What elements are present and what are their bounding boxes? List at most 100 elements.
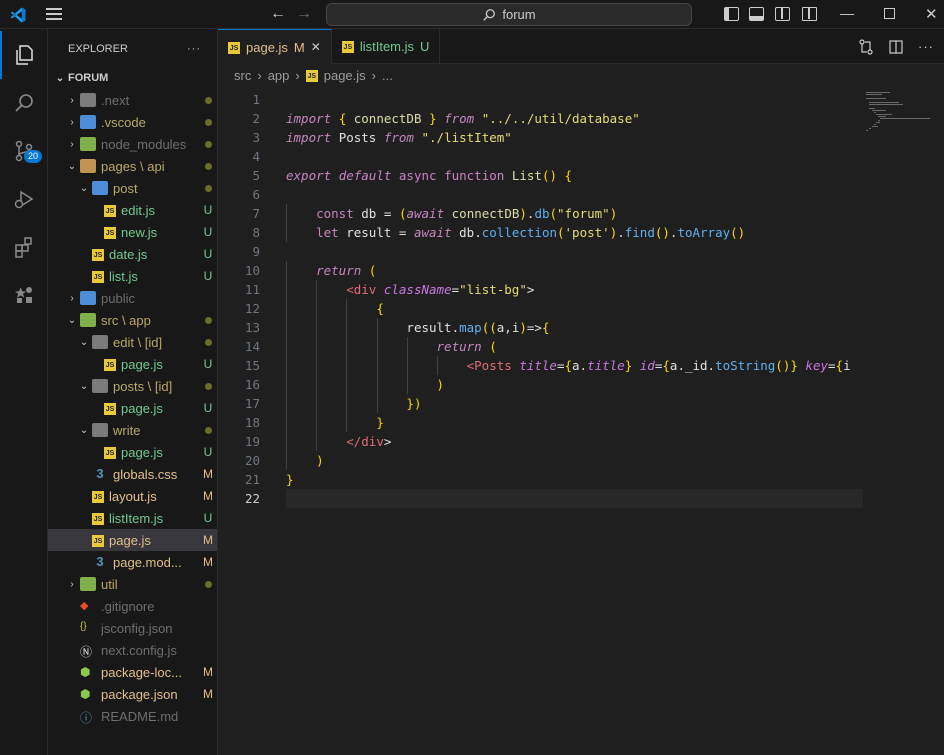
folder-row[interactable]: ⌄ edit \ [id] xyxy=(48,331,217,353)
git-status: M xyxy=(203,687,213,701)
file-row[interactable]: JS layout.js M xyxy=(48,485,217,507)
code-text: } xyxy=(376,415,384,430)
close-tab-icon[interactable]: ✕ xyxy=(311,40,321,54)
tab-bar: JS page.js M ✕ JS listItem.js U ··· xyxy=(218,29,944,64)
file-row[interactable]: ⬢ package-loc... M xyxy=(48,661,217,683)
folder-icon xyxy=(92,335,108,349)
file-row[interactable]: ⬢ package.json M xyxy=(48,683,217,705)
line-number: 19 xyxy=(244,434,260,449)
code-line: 4 xyxy=(218,147,944,166)
activity-bar: 20 xyxy=(0,29,48,755)
code-line: 15 <Posts title={a.title} id={a._id.toSt… xyxy=(218,356,944,375)
git-status: U xyxy=(203,511,213,525)
editor-more-actions-icon[interactable]: ··· xyxy=(918,39,934,54)
js-file-icon: JS xyxy=(104,226,116,239)
breadcrumb-file[interactable]: page.js xyxy=(324,68,366,83)
code-text: import Posts from "./listItem" xyxy=(286,130,512,145)
command-center-search[interactable]: forum xyxy=(326,3,692,26)
toggle-panel-icon[interactable] xyxy=(749,7,764,21)
code-line: 13 result.map((a,i)=>{ xyxy=(218,318,944,337)
file-row[interactable]: JS list.js U xyxy=(48,265,217,287)
file-row[interactable]: 3 page.mod... M xyxy=(48,551,217,573)
file-row[interactable]: {} jsconfig.json xyxy=(48,617,217,639)
toggle-secondary-sidebar-icon[interactable] xyxy=(775,7,790,21)
js-file-icon: JS xyxy=(104,402,116,415)
folder-row[interactable]: ⌄ write xyxy=(48,419,217,441)
explorer-icon[interactable] xyxy=(0,31,48,79)
tree-item-label: public xyxy=(101,290,135,306)
file-row[interactable]: 3 globals.css M xyxy=(48,463,217,485)
extensions-icon[interactable] xyxy=(0,223,48,271)
folder-row[interactable]: ⌄ pages \ api xyxy=(48,155,217,177)
maximize-icon[interactable] xyxy=(884,8,895,19)
file-row[interactable]: JS page.js U xyxy=(48,441,217,463)
git-status: U xyxy=(203,401,213,415)
folder-row[interactable]: › node_modules xyxy=(48,133,217,155)
folder-row[interactable]: ⌄ post xyxy=(48,177,217,199)
minimap[interactable] xyxy=(866,90,936,140)
tree-item-label: listItem.js xyxy=(109,510,164,526)
folder-row[interactable]: › public xyxy=(48,287,217,309)
toggle-primary-sidebar-icon[interactable] xyxy=(724,7,739,21)
code-line: 18 } xyxy=(218,413,944,432)
remote-explorer-icon[interactable] xyxy=(0,271,48,319)
tree-item-label: page.js xyxy=(109,532,151,548)
file-row[interactable]: JS new.js U xyxy=(48,221,217,243)
file-row[interactable]: ◆ .gitignore xyxy=(48,595,217,617)
status-dot xyxy=(198,423,217,437)
line-number: 8 xyxy=(252,225,260,240)
status-dot xyxy=(198,335,217,349)
code-text: return ( xyxy=(436,339,497,354)
tab-listitem-js[interactable]: JS listItem.js U xyxy=(332,29,441,64)
line-number: 17 xyxy=(244,396,260,411)
breadcrumb-app[interactable]: app xyxy=(268,68,290,83)
git-status: U xyxy=(203,269,213,283)
arrow-left-icon[interactable]: ← xyxy=(270,6,286,22)
tree-item-label: list.js xyxy=(109,268,138,284)
file-row[interactable]: JS page.js U xyxy=(48,353,217,375)
code-text: ) xyxy=(436,377,445,392)
file-row[interactable]: JS edit.js U xyxy=(48,199,217,221)
file-row[interactable]: Ⓝnext.config.js xyxy=(48,639,217,661)
folder-row[interactable]: ⌄ posts \ [id] xyxy=(48,375,217,397)
file-row[interactable]: JS listItem.js U xyxy=(48,507,217,529)
customize-layout-icon[interactable] xyxy=(802,7,817,21)
line-number: 2 xyxy=(252,111,260,126)
line-number: 22 xyxy=(244,491,260,506)
git-file-icon: ◆ xyxy=(80,600,89,612)
code-line: 16 ) xyxy=(218,375,944,394)
line-number: 3 xyxy=(252,130,260,145)
more-actions-icon[interactable]: ··· xyxy=(187,43,201,55)
tree-item-label: .vscode xyxy=(101,114,146,130)
tree-item-label: edit.js xyxy=(121,202,155,218)
folder-row[interactable]: › .vscode xyxy=(48,111,217,133)
hamburger-menu-icon[interactable] xyxy=(46,8,62,20)
line-number: 4 xyxy=(252,149,260,164)
minimize-icon[interactable]: — xyxy=(840,5,854,21)
folder-row[interactable]: › .next xyxy=(48,89,217,111)
breadcrumb-src[interactable]: src xyxy=(234,68,251,83)
status-dot-icon xyxy=(204,97,212,104)
json-file-icon: {} xyxy=(80,621,87,632)
folder-row[interactable]: › util xyxy=(48,573,217,595)
run-debug-icon[interactable] xyxy=(0,175,48,223)
source-control-icon[interactable]: 20 xyxy=(0,127,48,175)
folder-row[interactable]: ⌄ src \ app xyxy=(48,309,217,331)
file-row[interactable]: JS page.js U xyxy=(48,397,217,419)
arrow-right-icon[interactable]: → xyxy=(296,6,312,22)
line-number: 14 xyxy=(244,339,260,354)
file-row[interactable]: JS date.js U xyxy=(48,243,217,265)
tree-item-label: page.js xyxy=(121,400,163,416)
workspace-root[interactable]: ⌄ FORUM xyxy=(48,67,217,89)
nodejs-file-icon: ⬢ xyxy=(80,687,91,701)
split-editor-icon[interactable] xyxy=(888,39,904,55)
open-changes-icon[interactable] xyxy=(858,38,874,55)
code-line: 1 xyxy=(218,90,944,109)
file-row[interactable]: ⓘ README.md xyxy=(48,705,217,727)
breadcrumb-symbol[interactable]: ... xyxy=(382,68,393,83)
tab-page-js[interactable]: JS page.js M ✕ xyxy=(218,29,332,64)
file-row[interactable]: JS page.js M xyxy=(48,529,217,551)
close-window-icon[interactable]: ✕ xyxy=(925,5,938,23)
tree-item-label: date.js xyxy=(109,246,148,262)
search-icon[interactable] xyxy=(0,79,48,127)
